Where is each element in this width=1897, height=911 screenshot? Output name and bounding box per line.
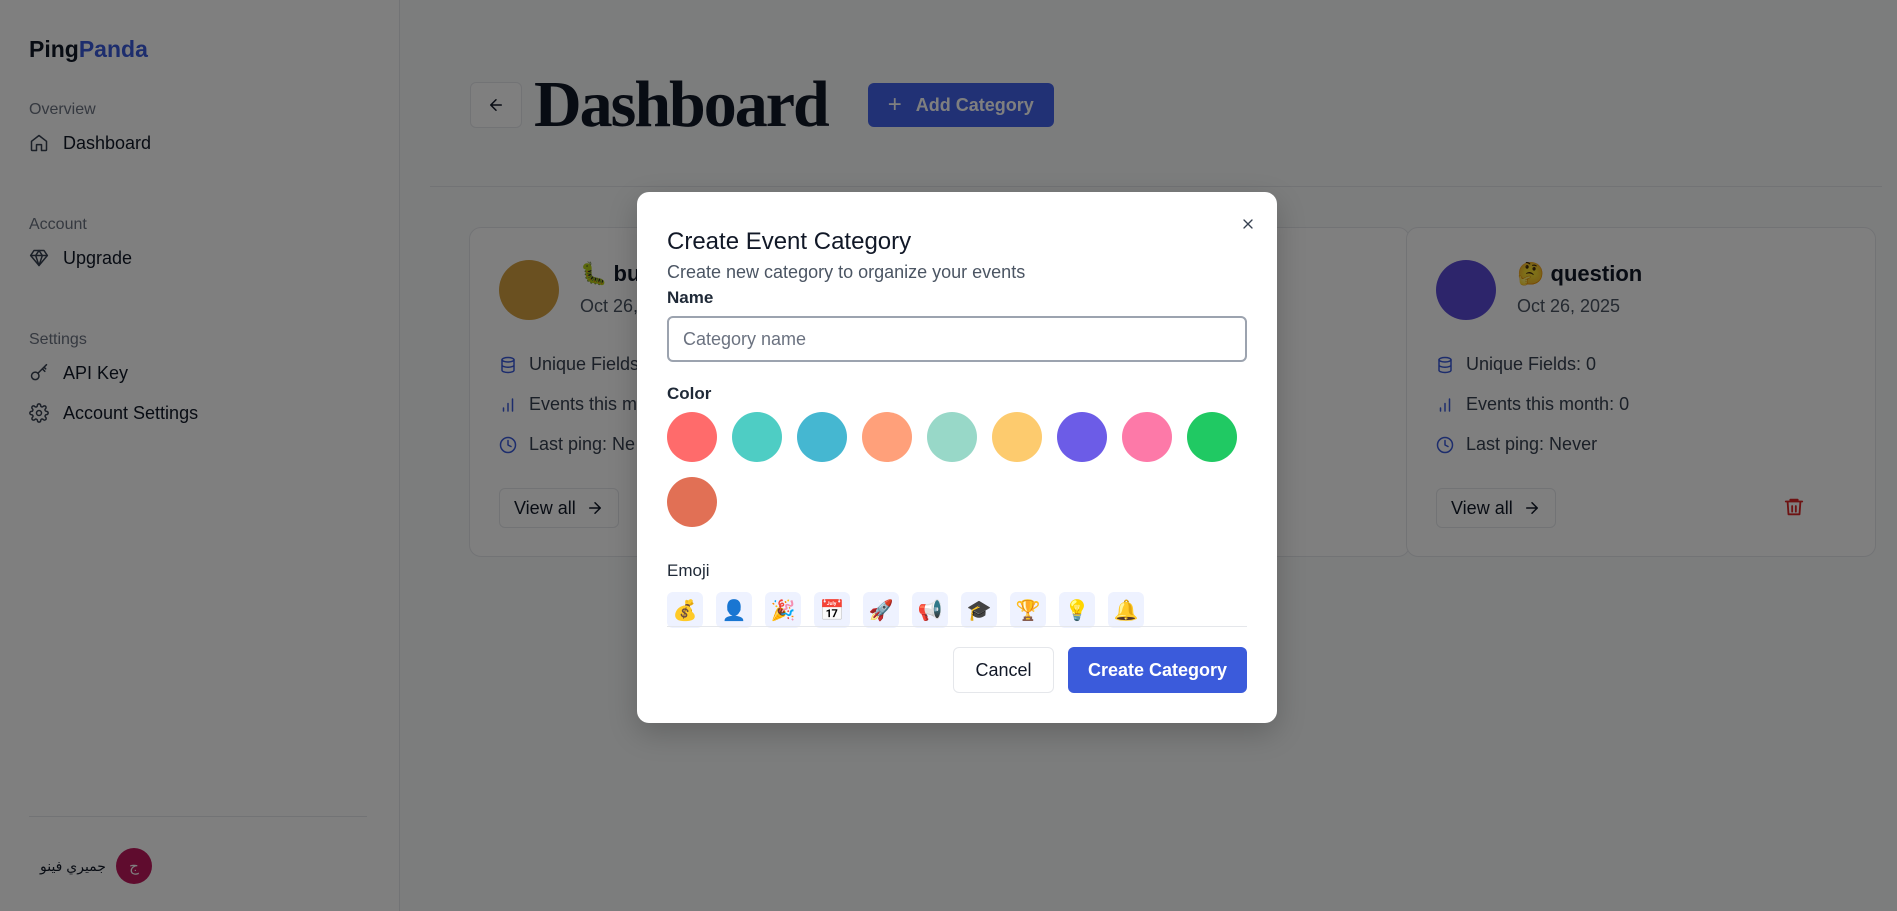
color-swatch-2[interactable] <box>732 412 782 462</box>
color-swatch-6[interactable] <box>992 412 1042 462</box>
color-picker <box>667 412 1257 527</box>
create-category-dialog: Create Event Category Create new categor… <box>637 192 1277 723</box>
close-icon <box>1243 219 1253 229</box>
emoji-option[interactable]: 👤 <box>716 592 752 628</box>
emoji-picker: 💰 👤 🎉 📅 🚀 📢 🎓 🏆 💡 🔔 <box>667 592 1144 628</box>
color-swatch-9[interactable] <box>1187 412 1237 462</box>
dialog-title: Create Event Category <box>667 228 912 255</box>
color-label: Color <box>667 384 712 403</box>
color-swatch-7[interactable] <box>1057 412 1107 462</box>
color-swatch-4[interactable] <box>862 412 912 462</box>
color-swatch-10[interactable] <box>667 477 717 527</box>
color-swatch-8[interactable] <box>1122 412 1172 462</box>
color-swatch-5[interactable] <box>927 412 977 462</box>
color-swatch-1[interactable] <box>667 412 717 462</box>
emoji-option[interactable]: 🎓 <box>961 592 997 628</box>
dialog-description: Create new category to organize your eve… <box>667 262 1026 282</box>
color-swatch-3[interactable] <box>797 412 847 462</box>
emoji-option[interactable]: 🎉 <box>765 592 801 628</box>
emoji-option[interactable]: 🚀 <box>863 592 899 628</box>
emoji-option[interactable]: 📅 <box>814 592 850 628</box>
create-category-button[interactable]: Create Category <box>1068 647 1247 693</box>
emoji-label: Emoji <box>667 561 710 580</box>
name-label: Name <box>667 288 714 307</box>
close-button[interactable] <box>1237 213 1259 235</box>
emoji-divider <box>667 626 1247 627</box>
emoji-option[interactable]: 💡 <box>1059 592 1095 628</box>
category-name-input[interactable] <box>667 316 1247 362</box>
emoji-option[interactable]: 💰 <box>667 592 703 628</box>
cancel-button[interactable]: Cancel <box>953 647 1054 693</box>
emoji-option[interactable]: 📢 <box>912 592 948 628</box>
emoji-option[interactable]: 🏆 <box>1010 592 1046 628</box>
emoji-option[interactable]: 🔔 <box>1108 592 1144 628</box>
